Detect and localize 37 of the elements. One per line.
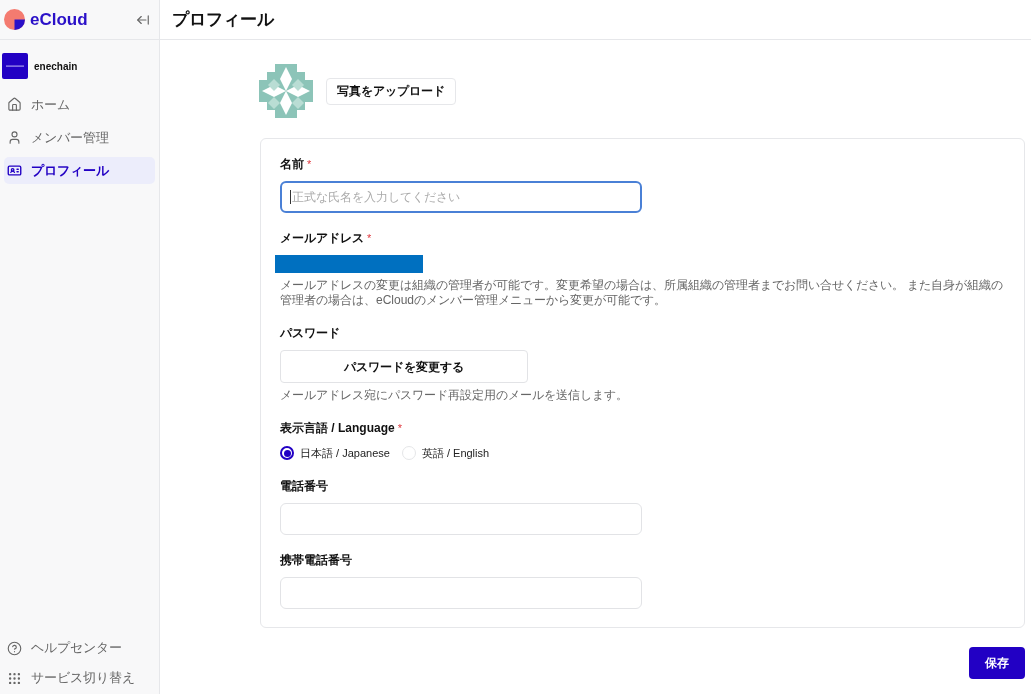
logo-text: eCloud: [30, 11, 88, 28]
text-cursor: [290, 190, 291, 204]
home-icon: [7, 97, 22, 112]
save-button[interactable]: 保存: [969, 647, 1025, 679]
logo-icon: [4, 9, 25, 30]
page-title: プロフィール: [172, 8, 274, 31]
nav-item[interactable]: ホーム: [4, 91, 155, 118]
sidebar-toggle-button[interactable]: [136, 12, 150, 27]
radio-label[interactable]: 日本語 / Japanese: [300, 446, 390, 460]
required-mark: *: [307, 157, 312, 171]
org-logo-icon: [2, 53, 28, 79]
person-icon: [7, 130, 22, 145]
sidebar-footer-item[interactable]: サービス切り替え: [4, 666, 155, 690]
avatar-pattern: [259, 64, 313, 118]
sidebar-footer-item[interactable]: ヘルプセンター: [4, 636, 155, 660]
required-mark: *: [397, 421, 402, 435]
help-icon: [7, 640, 22, 656]
nav-item[interactable]: プロフィール: [4, 157, 155, 184]
grid-dots-icon: [7, 670, 22, 686]
field-label: 名前: [280, 157, 304, 171]
upload-photo-button[interactable]: 写真をアップロード: [326, 77, 456, 105]
field-label: 電話番号: [280, 479, 328, 493]
organization-name: enechain: [34, 59, 78, 74]
text-input-field[interactable]: 正式な氏名を入力してください: [280, 181, 642, 213]
field-label: 表示言語 / Language: [280, 421, 395, 435]
help-text: メールアドレス宛にパスワード再設定用のメールを送信します。: [280, 388, 629, 403]
field-label: パスワード: [280, 326, 340, 340]
radio-label[interactable]: 英語 / English: [421, 446, 490, 460]
radio-button[interactable]: [280, 446, 294, 460]
field-label: 携帯電話番号: [280, 553, 352, 567]
help-text: メールアドレスの変更は組織の管理者が可能です。変更希望の場合は、所属組織の管理者までお問い合せください。 また自身が組織の管理者の場合は、eCloudのメンバー管理メニューから変更が可能です。: [280, 278, 1005, 308]
change-password-button[interactable]: パスワードを変更する: [280, 350, 528, 383]
id-card-icon: [7, 163, 22, 178]
nav-item[interactable]: メンバー管理: [4, 124, 155, 151]
arrow-left-bar-icon: [136, 12, 150, 27]
required-mark: *: [367, 231, 372, 245]
field-label: メールアドレス: [280, 231, 364, 245]
